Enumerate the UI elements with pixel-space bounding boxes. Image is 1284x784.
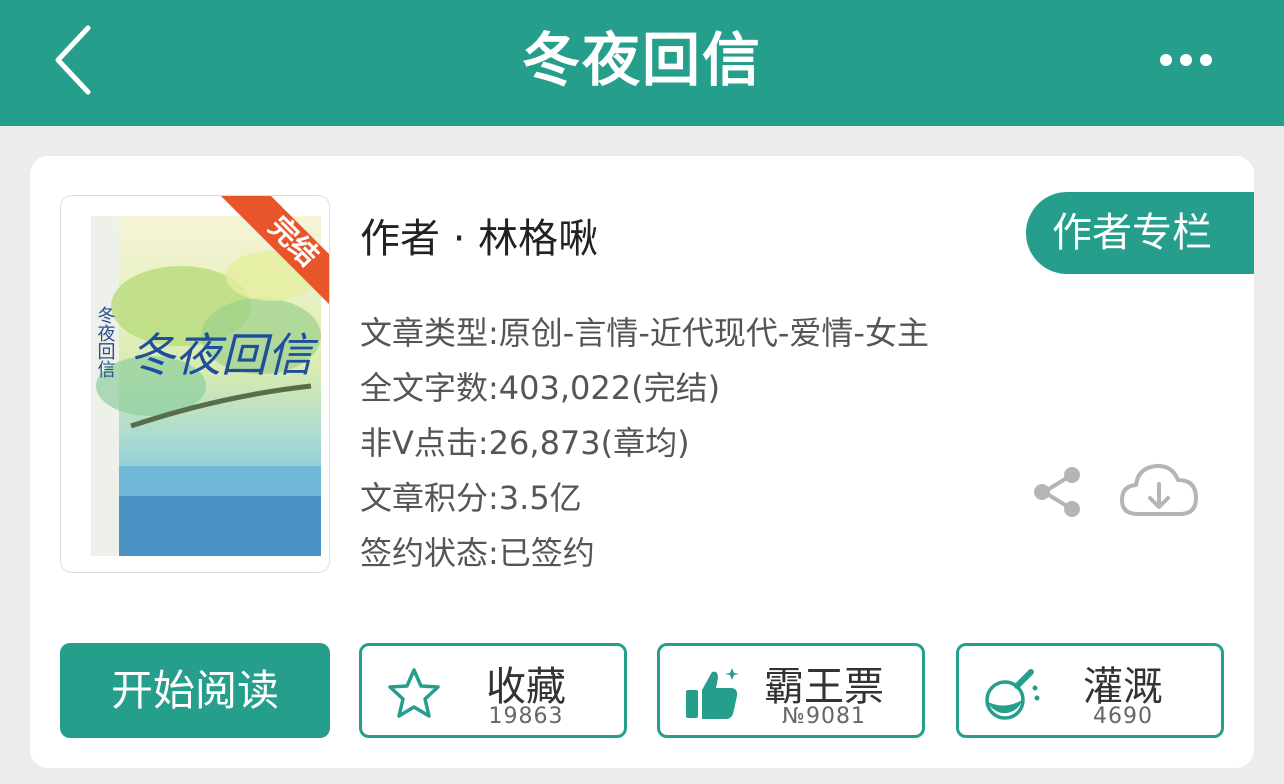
cloud-download-icon	[1120, 463, 1198, 516]
download-button[interactable]	[1118, 458, 1200, 524]
book-cover[interactable]: 冬夜回信 冬夜回信 完结	[60, 195, 330, 573]
favorite-button[interactable]: 收藏 19863	[359, 643, 627, 738]
info-word-count: 全文字数:403,022(完结)	[360, 369, 721, 407]
more-button[interactable]	[1150, 40, 1230, 80]
start-reading-button[interactable]: 开始阅读	[60, 643, 330, 738]
thumbs-up-icon	[686, 668, 739, 719]
info-sign-status: 签约状态:已签约	[360, 534, 595, 572]
info-clicks: 非V点击:26,873(章均)	[360, 424, 690, 462]
vote-button[interactable]: 霸王票 №9081	[657, 643, 925, 738]
author-line[interactable]: 作者 · 林格啾	[360, 206, 598, 264]
star-outline-icon	[388, 668, 440, 718]
chevron-left-icon	[55, 25, 91, 95]
author-column-button[interactable]: 作者专栏	[1026, 192, 1254, 274]
share-button[interactable]	[1028, 462, 1088, 522]
back-button[interactable]	[40, 20, 110, 100]
cover-spine-text: 冬夜回信	[95, 306, 116, 378]
page-title: 冬夜回信	[521, 26, 762, 94]
favorite-count: 19863	[488, 704, 564, 729]
cover-illustration: 冬夜回信 冬夜回信 完结	[61, 196, 329, 572]
vote-count: №9081	[782, 704, 866, 729]
info-score: 文章积分:3.5亿	[360, 479, 582, 517]
cover-title-text: 冬夜回信	[129, 328, 319, 382]
top-bar: 冬夜回信	[0, 0, 1284, 126]
more-dots-icon	[1160, 54, 1212, 66]
book-detail-card: 冬夜回信 冬夜回信 完结 作者 · 林格啾 作者专栏 文章类型:原创-言情-近代…	[30, 156, 1254, 768]
share-icon	[1034, 467, 1080, 517]
water-button[interactable]: 灌溉 4690	[956, 643, 1224, 738]
flask-icon	[985, 669, 1040, 720]
info-genre: 文章类型:原创-言情-近代现代-爱情-女主	[360, 314, 929, 352]
water-count: 4690	[1093, 704, 1153, 729]
